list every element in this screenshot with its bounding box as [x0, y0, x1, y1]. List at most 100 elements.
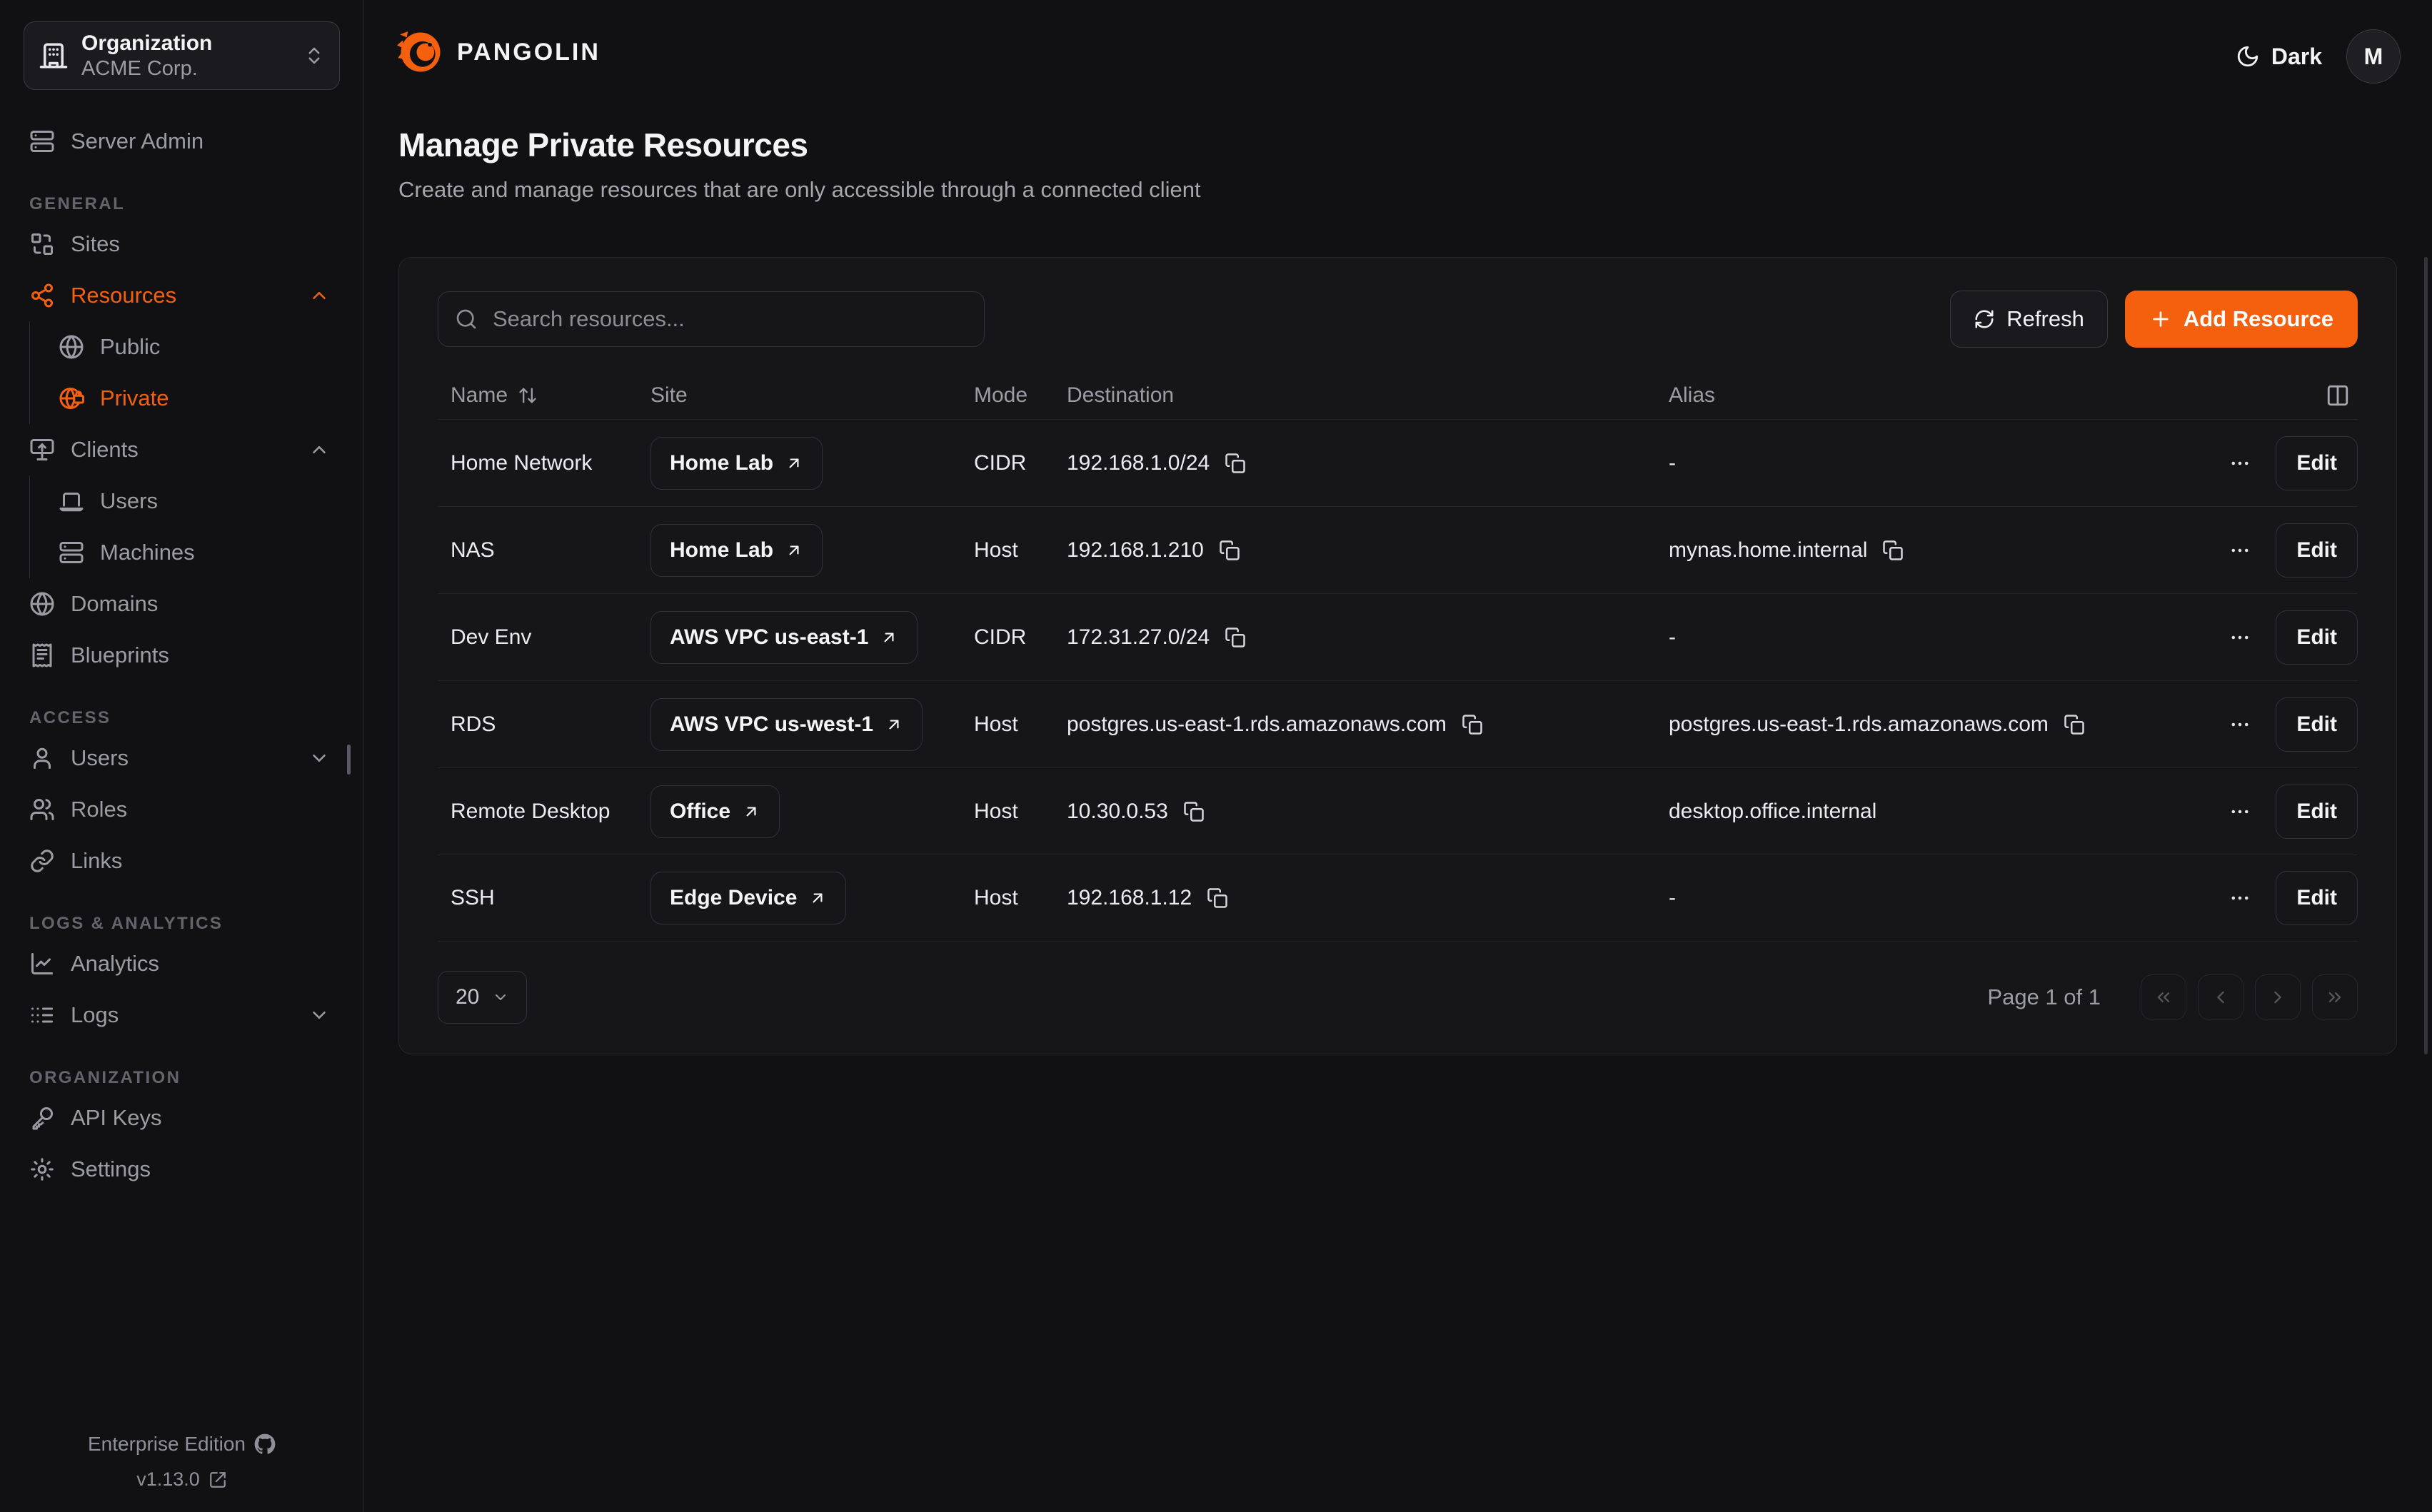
column-label: Mode [974, 383, 1027, 408]
edit-button[interactable]: Edit [2276, 523, 2358, 578]
copy-destination-button[interactable] [1205, 885, 1230, 911]
copy-destination-button[interactable] [1181, 799, 1207, 825]
table-row: NAS Home Lab Host 192.168.1.210 mynas.ho… [438, 506, 2358, 593]
edit-button[interactable]: Edit [2276, 871, 2358, 925]
copy-alias-button[interactable] [2061, 712, 2087, 737]
user-icon [29, 745, 55, 771]
sidebar-item-roles[interactable]: Roles [24, 784, 340, 835]
globe-icon [29, 591, 55, 617]
page-size-select[interactable]: 20 [438, 971, 527, 1024]
mode-value: CIDR [974, 625, 1026, 650]
chevron-down-icon [492, 989, 509, 1006]
sidebar-item-blueprints[interactable]: Blueprints [24, 630, 340, 681]
copy-destination-button[interactable] [1217, 538, 1242, 563]
first-page-button[interactable] [2141, 974, 2186, 1020]
columns-icon [2326, 383, 2350, 408]
sidebar-item-public[interactable]: Public [30, 321, 340, 373]
chart-line-icon [29, 951, 55, 977]
github-icon[interactable] [254, 1433, 276, 1455]
cell-mode: Host [961, 800, 1054, 824]
row-menu-button[interactable] [2224, 535, 2256, 566]
edit-button[interactable]: Edit [2276, 436, 2358, 490]
page-scrollbar-thumb[interactable] [2424, 257, 2428, 1054]
sidebar-item-private[interactable]: Private [30, 373, 340, 424]
page-size-value: 20 [456, 985, 479, 1009]
monitor-up-icon [29, 437, 55, 463]
chevron-up-icon [308, 285, 330, 306]
row-menu-button[interactable] [2224, 448, 2256, 479]
site-name: AWS VPC us-west-1 [670, 712, 873, 737]
edit-button[interactable]: Edit [2276, 697, 2358, 752]
previous-page-button[interactable] [2198, 974, 2243, 1020]
sidebar-item-links[interactable]: Links [24, 835, 340, 887]
column-header-destination: Destination [1054, 383, 1656, 408]
sidebar-item-server-admin[interactable]: Server Admin [24, 116, 340, 167]
mode-value: Host [974, 712, 1018, 737]
sidebar-item-machines[interactable]: Machines [30, 527, 340, 578]
copy-icon [1462, 714, 1483, 735]
sidebar-scrollbar-thumb[interactable] [347, 745, 351, 775]
sidebar-item-label: Users [100, 488, 158, 514]
toggle-columns-button[interactable] [2322, 380, 2353, 411]
last-page-button[interactable] [2312, 974, 2358, 1020]
table-row: SSH Edge Device Host 192.168.1.12 - Edit [438, 855, 2358, 942]
sidebar-item-api-keys[interactable]: API Keys [24, 1092, 340, 1144]
add-resource-button[interactable]: Add Resource [2125, 291, 2358, 348]
copy-alias-button[interactable] [1880, 538, 1906, 563]
cell-actions: Edit [2165, 785, 2358, 839]
users-icon [29, 797, 55, 822]
sidebar-item-sites[interactable]: Sites [24, 218, 340, 270]
row-menu-button[interactable] [2224, 622, 2256, 653]
avatar[interactable]: M [2346, 29, 2401, 84]
site-link-button[interactable]: AWS VPC us-east-1 [650, 611, 918, 664]
copy-destination-button[interactable] [1222, 450, 1248, 476]
sidebar-nav: Server Admin GENERAL Sites Resources Pub… [24, 116, 340, 1195]
sidebar-item-domains[interactable]: Domains [24, 578, 340, 630]
site-link-button[interactable]: Home Lab [650, 524, 823, 577]
cell-alias: postgres.us-east-1.rds.amazonaws.com [1656, 712, 2165, 737]
sidebar-item-label: Users [71, 745, 129, 771]
row-menu-button[interactable] [2224, 709, 2256, 740]
sidebar-item-label: Settings [71, 1156, 151, 1182]
edit-button[interactable]: Edit [2276, 610, 2358, 665]
search-input[interactable] [438, 291, 985, 347]
table-row: Dev Env AWS VPC us-east-1 CIDR 172.31.27… [438, 593, 2358, 680]
cell-site: Edge Device [638, 872, 961, 924]
refresh-button[interactable]: Refresh [1950, 291, 2108, 348]
sort-icon[interactable] [518, 385, 538, 405]
sidebar-item-analytics[interactable]: Analytics [24, 938, 340, 989]
sidebar-item-label: Server Admin [71, 128, 203, 154]
external-link-icon[interactable] [208, 1471, 227, 1489]
alias-value: mynas.home.internal [1669, 538, 1867, 563]
site-link-button[interactable]: Office [650, 785, 780, 838]
sidebar-item-logs[interactable]: Logs [24, 989, 340, 1041]
copy-destination-button[interactable] [1459, 712, 1485, 737]
site-name: Home Lab [670, 538, 773, 563]
table-header: Name Site Mode Destination Alias [438, 372, 2358, 419]
sidebar-item-clients[interactable]: Clients [24, 424, 340, 475]
edition-label: Enterprise Edition [88, 1433, 246, 1456]
copy-icon [1882, 540, 1904, 561]
destination-value: 192.168.1.12 [1067, 886, 1192, 910]
organization-label: Organization [81, 31, 212, 56]
edit-button[interactable]: Edit [2276, 785, 2358, 839]
sidebar-item-client-users[interactable]: Users [30, 475, 340, 527]
next-page-button[interactable] [2255, 974, 2301, 1020]
ellipsis-icon [2228, 538, 2252, 563]
row-menu-button[interactable] [2224, 796, 2256, 827]
receipt-icon [29, 642, 55, 668]
mode-value: Host [974, 538, 1018, 563]
sidebar-item-resources[interactable]: Resources [24, 270, 340, 321]
site-link-button[interactable]: Home Lab [650, 437, 823, 490]
row-menu-button[interactable] [2224, 882, 2256, 914]
site-name: AWS VPC us-east-1 [670, 625, 868, 650]
site-link-button[interactable]: AWS VPC us-west-1 [650, 698, 923, 751]
page-indicator: Page 1 of 1 [1987, 984, 2101, 1010]
site-link-button[interactable]: Edge Device [650, 872, 846, 924]
theme-toggle[interactable]: Dark [2236, 44, 2322, 70]
arrow-up-right-icon [808, 889, 827, 907]
organization-switcher[interactable]: Organization ACME Corp. [24, 21, 340, 90]
sidebar-item-users[interactable]: Users [24, 732, 340, 784]
copy-destination-button[interactable] [1222, 625, 1248, 650]
sidebar-item-settings[interactable]: Settings [24, 1144, 340, 1195]
